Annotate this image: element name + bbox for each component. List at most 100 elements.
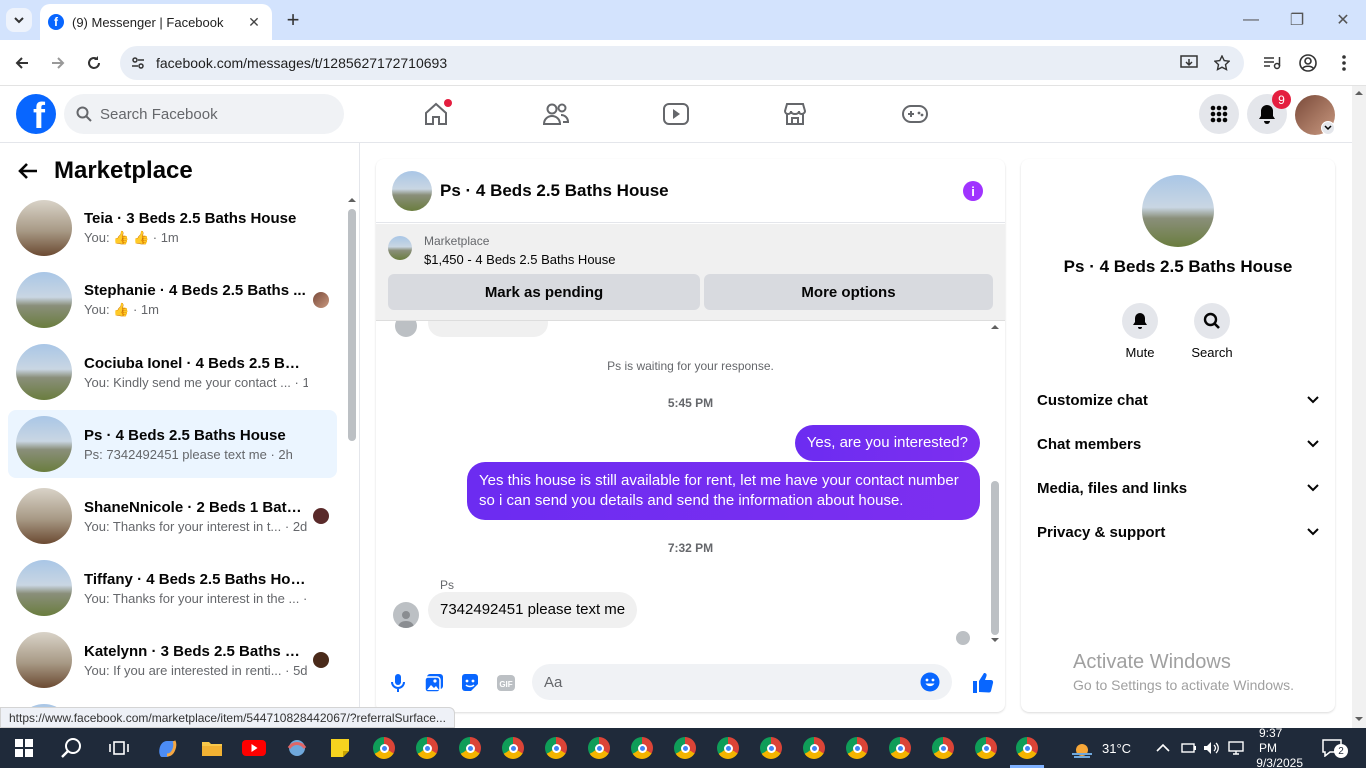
profile-icon[interactable] bbox=[1295, 50, 1321, 76]
privacy-support-section[interactable]: Privacy & support bbox=[1037, 510, 1319, 554]
task-view-icon[interactable] bbox=[104, 734, 134, 762]
outgoing-message[interactable]: Yes this house is still available for re… bbox=[467, 462, 980, 520]
reload-icon[interactable] bbox=[81, 50, 107, 76]
browser-menu-icon[interactable] bbox=[1331, 50, 1357, 76]
emoji-icon[interactable] bbox=[920, 672, 940, 692]
chrome-profile-icon[interactable] bbox=[756, 734, 786, 762]
restore-icon[interactable]: ❐ bbox=[1274, 0, 1320, 40]
mute-button[interactable]: Mute bbox=[1110, 303, 1170, 360]
battery-saver-icon[interactable] bbox=[1181, 728, 1197, 768]
listing-price-title[interactable]: $1,450 - 4 Beds 2.5 Baths House bbox=[424, 252, 616, 267]
back-icon[interactable] bbox=[9, 50, 35, 76]
mark-as-pending-button[interactable]: Mark as pending bbox=[388, 274, 700, 310]
site-settings-icon[interactable] bbox=[130, 55, 146, 71]
video-icon[interactable] bbox=[646, 94, 706, 134]
photo-icon[interactable] bbox=[422, 671, 446, 695]
youtube-icon[interactable] bbox=[239, 734, 269, 762]
search-in-conversation-button[interactable]: Search bbox=[1182, 303, 1242, 360]
details-listing-thumbnail[interactable] bbox=[1142, 175, 1214, 247]
chrome-profile-icon[interactable] bbox=[842, 734, 872, 762]
volume-icon[interactable] bbox=[1203, 728, 1219, 768]
install-app-icon[interactable] bbox=[1180, 55, 1198, 71]
app-icon[interactable] bbox=[282, 734, 312, 762]
back-arrow-icon[interactable] bbox=[18, 162, 38, 180]
chrome-profile-icon[interactable] bbox=[584, 734, 614, 762]
sticky-notes-icon[interactable] bbox=[325, 734, 355, 762]
taskbar-search-icon[interactable] bbox=[57, 734, 87, 762]
details-title[interactable]: Ps · 4 Beds 2.5 Baths House bbox=[1021, 257, 1335, 277]
weather-widget[interactable]: 31°C bbox=[1070, 728, 1131, 768]
marketplace-icon[interactable] bbox=[765, 94, 825, 134]
chrome-profile-icon[interactable] bbox=[928, 734, 958, 762]
new-tab-icon[interactable]: + bbox=[282, 7, 304, 32]
bookmark-star-icon[interactable] bbox=[1214, 55, 1230, 71]
copilot-icon[interactable] bbox=[152, 734, 182, 762]
scroll-up-arrow-icon[interactable] bbox=[347, 197, 357, 203]
sticker-icon[interactable] bbox=[458, 671, 482, 695]
forward-icon[interactable] bbox=[45, 50, 71, 76]
tray-chevron-up-icon[interactable] bbox=[1156, 728, 1170, 768]
chat-members-section[interactable]: Chat members bbox=[1037, 422, 1319, 466]
banner-listing-thumbnail[interactable] bbox=[388, 236, 412, 260]
page-scroll-down-icon[interactable] bbox=[1354, 716, 1364, 722]
list-scrollbar[interactable] bbox=[348, 209, 356, 441]
chrome-profile-icon[interactable] bbox=[713, 734, 743, 762]
customize-chat-section[interactable]: Customize chat bbox=[1037, 378, 1319, 422]
account-chevron-icon[interactable] bbox=[1321, 121, 1335, 135]
page-scroll-up-icon[interactable] bbox=[1354, 90, 1364, 96]
media-controls-icon[interactable] bbox=[1259, 50, 1285, 76]
chrome-profile-icon[interactable] bbox=[799, 734, 829, 762]
gif-icon[interactable]: GIF bbox=[494, 671, 518, 695]
friends-icon[interactable] bbox=[526, 94, 586, 134]
tab-search-chevron-icon[interactable] bbox=[6, 8, 32, 32]
chrome-profile-icon[interactable] bbox=[627, 734, 657, 762]
page-scrollbar[interactable] bbox=[1352, 86, 1366, 728]
chrome-profile-icon[interactable] bbox=[455, 734, 485, 762]
network-icon[interactable] bbox=[1227, 728, 1245, 768]
thumbs-up-send-icon[interactable] bbox=[971, 671, 995, 695]
window-close-icon[interactable]: ✕ bbox=[1320, 0, 1366, 40]
chrome-profile-icon[interactable] bbox=[541, 734, 571, 762]
conversation-item[interactable]: Cociuba Ionel · 4 Beds 2.5 Baths ... You:… bbox=[8, 338, 337, 406]
home-icon[interactable] bbox=[406, 94, 466, 134]
clock[interactable]: 9:37 PM 9/3/2025 bbox=[1256, 726, 1303, 770]
chrome-profile-icon[interactable] bbox=[498, 734, 528, 762]
gaming-icon[interactable] bbox=[885, 94, 945, 134]
windows-start-icon[interactable] bbox=[9, 734, 39, 762]
conversation-item[interactable]: Teia · 3 Beds 2.5 Baths House You: 👍 👍 · … bbox=[8, 194, 337, 262]
chrome-profile-icon[interactable] bbox=[670, 734, 700, 762]
url-bar[interactable]: facebook.com/messages/t/1285627172710693 bbox=[120, 46, 1244, 80]
message-input-box[interactable] bbox=[532, 664, 952, 700]
conversation-item[interactable]: Tiffany · 4 Beds 2.5 Baths House You: Tha… bbox=[8, 554, 337, 622]
more-options-button[interactable]: More options bbox=[704, 274, 993, 310]
info-icon[interactable]: i bbox=[963, 181, 983, 201]
message-input[interactable] bbox=[544, 673, 914, 691]
minimize-icon[interactable]: — bbox=[1228, 0, 1274, 40]
thread-scroll-down-icon[interactable] bbox=[990, 637, 1000, 643]
facebook-logo-icon[interactable]: f bbox=[16, 94, 56, 134]
incoming-message[interactable]: 7342492451 please text me bbox=[428, 592, 638, 628]
menu-grid-icon[interactable] bbox=[1199, 94, 1239, 134]
file-explorer-icon[interactable] bbox=[197, 734, 227, 762]
close-tab-icon[interactable]: ✕ bbox=[244, 14, 264, 31]
thread-scroll-up-icon[interactable] bbox=[990, 324, 1000, 330]
conversation-item[interactable]: ShaneNnicole · 2 Beds 1 Bath ... You: Tha… bbox=[8, 482, 337, 550]
outgoing-message[interactable]: Yes, are you interested? bbox=[794, 425, 980, 461]
conversation-item[interactable]: Katelynn · 3 Beds 2.5 Baths H... You: If … bbox=[8, 626, 337, 694]
facebook-search-input[interactable] bbox=[100, 105, 320, 123]
media-files-links-section[interactable]: Media, files and links bbox=[1037, 466, 1319, 510]
chrome-profile-icon[interactable] bbox=[885, 734, 915, 762]
sender-avatar[interactable] bbox=[393, 602, 419, 628]
chrome-profile-icon[interactable] bbox=[369, 734, 399, 762]
chrome-profile-icon[interactable] bbox=[971, 734, 1001, 762]
chrome-profile-icon[interactable] bbox=[412, 734, 442, 762]
thread-scrollbar[interactable] bbox=[991, 481, 999, 635]
chat-listing-thumbnail[interactable] bbox=[392, 170, 432, 211]
chat-title[interactable]: Ps · 4 Beds 2.5 Baths House bbox=[440, 181, 669, 201]
conversation-item[interactable]: Stephanie · 4 Beds 2.5 Baths ... You: 👍 ·… bbox=[8, 266, 337, 334]
browser-tab[interactable]: f (9) Messenger | Facebook ✕ bbox=[40, 4, 272, 40]
conversation-item-selected[interactable]: Ps · 4 Beds 2.5 Baths House Ps: 734249245… bbox=[8, 410, 337, 478]
microphone-icon[interactable] bbox=[386, 671, 410, 695]
chrome-active-profile-icon[interactable] bbox=[1012, 734, 1042, 762]
facebook-search-box[interactable] bbox=[64, 94, 344, 134]
